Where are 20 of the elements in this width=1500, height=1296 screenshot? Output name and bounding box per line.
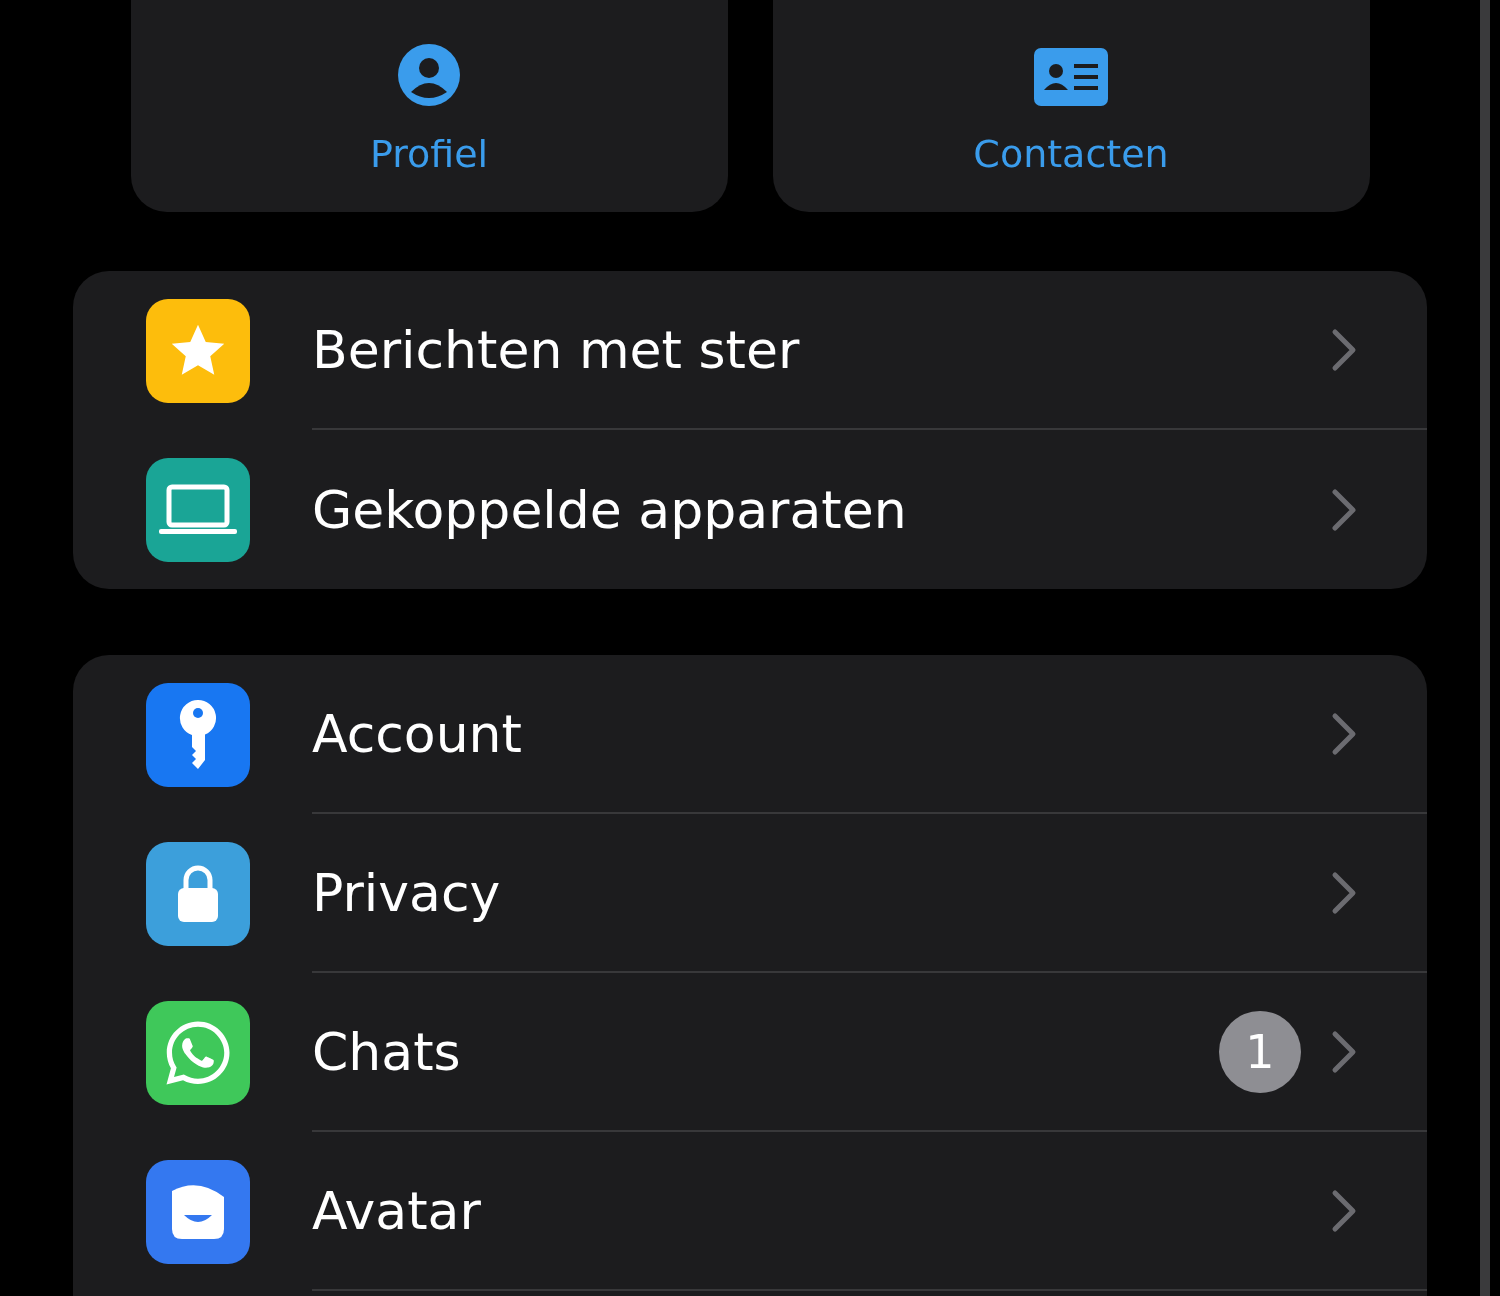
chevron-icon <box>1331 487 1357 532</box>
settings-item[interactable]: Privacy <box>312 862 1331 923</box>
chevron-icon <box>1331 1029 1357 1074</box>
key-icon <box>178 699 218 770</box>
settings-item[interactable]: Chats <box>312 1021 1219 1082</box>
chevron-icon <box>1331 870 1357 915</box>
settings-item[interactable]: Berichten met ster <box>312 319 1331 380</box>
count-badge: 1 <box>1219 1010 1301 1093</box>
settings-item[interactable]: Account <box>312 703 1331 764</box>
chevron-icon <box>1331 327 1357 372</box>
settings-item[interactable]: Gekoppelde apparaten <box>312 479 1331 540</box>
lock-icon <box>176 863 220 924</box>
quick-action-button[interactable]: Profiel <box>130 0 728 212</box>
chevron-icon <box>1331 1188 1357 1233</box>
chevron-icon <box>1331 711 1357 756</box>
quick-action-button[interactable]: Contacten <box>772 0 1370 212</box>
settings-item[interactable]: Avatar <box>312 1180 1331 1241</box>
contact-card-icon <box>1034 48 1108 106</box>
laptop-icon <box>159 483 237 536</box>
person-icon <box>398 44 460 106</box>
